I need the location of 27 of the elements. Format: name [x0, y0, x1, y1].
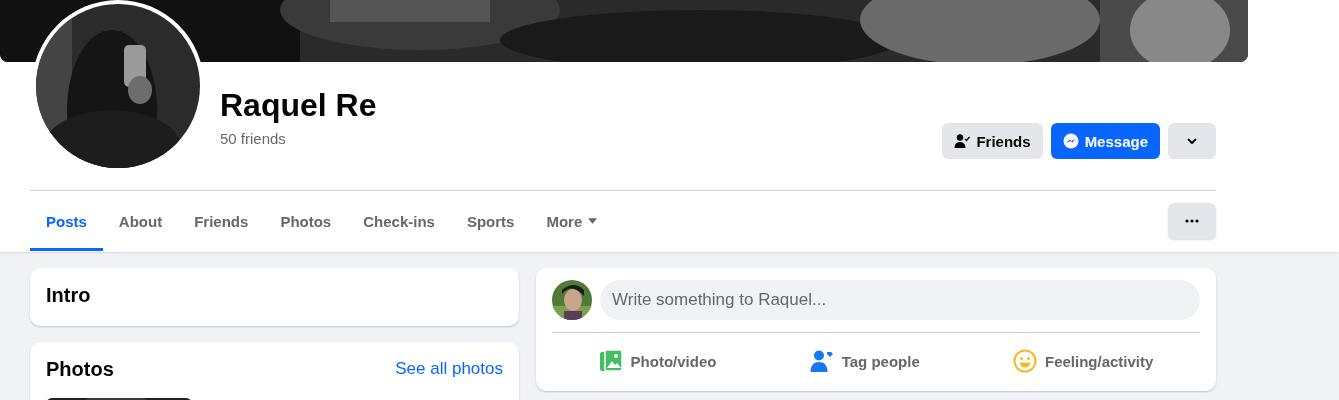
messenger-icon: [1062, 133, 1079, 149]
friend-count[interactable]: 50 friends: [220, 130, 286, 147]
profile-tab[interactable]: Photos: [264, 191, 348, 251]
more-options-button[interactable]: [1168, 203, 1216, 239]
composer-option[interactable]: Photo/video: [582, 337, 733, 385]
profile-name: Raquel Re: [220, 86, 377, 124]
composer-option[interactable]: Tag people: [793, 337, 936, 385]
profile-tab[interactable]: Friends: [178, 191, 265, 251]
profile-tab[interactable]: Check-ins: [347, 191, 451, 251]
dropdown-button[interactable]: [1168, 123, 1216, 159]
message-button[interactable]: Message: [1050, 123, 1160, 159]
post-input-field[interactable]: Write something to Raquel...: [600, 280, 1200, 320]
friends-button[interactable]: Friends: [942, 123, 1043, 159]
person-check-icon: [954, 133, 971, 149]
smiley-icon: [1013, 349, 1037, 373]
chevron-down-icon: [1187, 138, 1197, 144]
profile-tab[interactable]: More: [530, 191, 614, 251]
photo-icon: [598, 349, 623, 373]
card-title: Intro: [46, 284, 92, 306]
profile-tab[interactable]: Sports: [450, 191, 531, 251]
composer-option[interactable]: Feeling/activity: [997, 337, 1170, 385]
more-icon: [1185, 219, 1199, 223]
profile-tab[interactable]: Posts: [30, 191, 103, 251]
tag-person-icon: [809, 349, 834, 373]
see-all-photos-link[interactable]: See all photos: [395, 359, 503, 379]
profile-tab[interactable]: About: [102, 191, 179, 251]
card-title: Photos: [46, 358, 114, 380]
